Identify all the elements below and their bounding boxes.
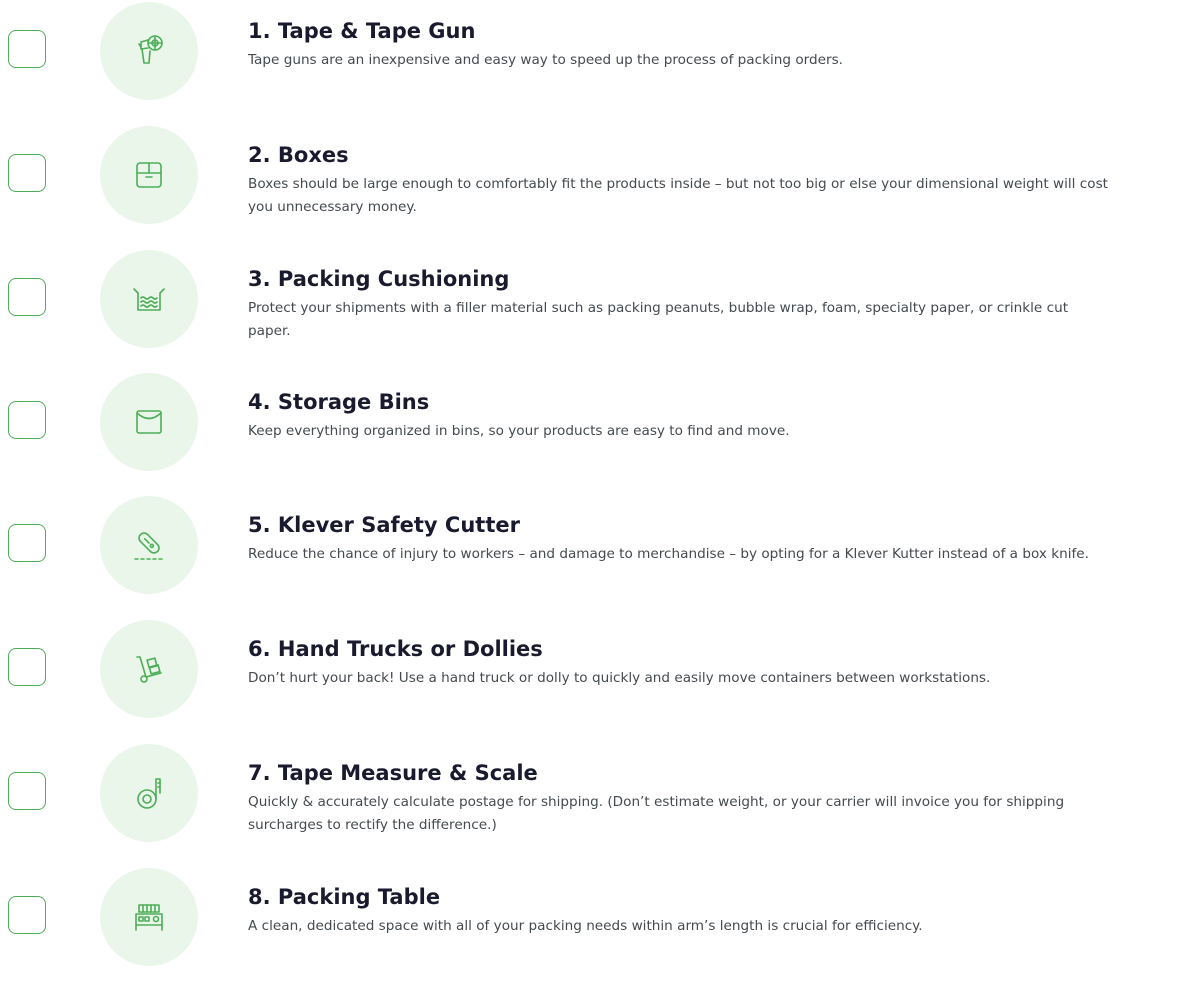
item-description: Protect your shipments with a filler mat… — [248, 300, 1069, 339]
item-description: Don’t hurt your back! Use a hand truck o… — [248, 670, 991, 686]
checklist-item-hand-truck: 6. Hand Trucks or Dollies Don’t hurt you… — [0, 620, 1194, 742]
item-description: Quickly & accurately calculate postage f… — [248, 794, 1065, 833]
storage-bin-icon-circle — [100, 373, 198, 471]
checkbox-packing-table[interactable] — [8, 896, 46, 934]
hand-truck-icon-circle — [100, 620, 198, 718]
checkbox-boxes[interactable] — [8, 154, 46, 192]
tape-measure-icon-circle — [100, 744, 198, 842]
safety-cutter-icon — [134, 532, 164, 560]
tape-gun-icon — [138, 35, 163, 64]
checkbox-cushioning[interactable] — [8, 278, 46, 316]
checklist-item-tape-measure: 7. Tape Measure & Scale Quickly & accura… — [0, 744, 1194, 866]
checkbox-hand-truck[interactable] — [8, 648, 46, 686]
item-description: Tape guns are an inexpensive and easy wa… — [248, 52, 843, 68]
item-title: 3. Packing Cushioning — [248, 267, 510, 291]
item-title: 2. Boxes — [248, 143, 349, 167]
item-description: A clean, dedicated space with all of you… — [248, 918, 923, 934]
tape-gun-icon-circle — [100, 2, 198, 100]
item-description: Boxes should be large enough to comforta… — [248, 176, 1108, 215]
item-description: Reduce the chance of injury to workers –… — [248, 546, 1089, 562]
packing-table-icon — [135, 904, 163, 931]
safety-cutter-icon-circle — [100, 496, 198, 594]
item-title: 5. Klever Safety Cutter — [248, 513, 520, 537]
checklist-item-cushioning: 3. Packing Cushioning Protect your shipm… — [0, 250, 1194, 372]
cushioning-icon-circle — [100, 250, 198, 348]
storage-bin-icon — [136, 410, 162, 434]
item-title: 4. Storage Bins — [248, 390, 430, 414]
packing-supplies-checklist: 1. Tape & Tape Gun Tape guns are an inex… — [0, 0, 1194, 966]
hand-truck-icon — [136, 656, 162, 683]
item-title: 6. Hand Trucks or Dollies — [248, 637, 543, 661]
item-title: 7. Tape Measure & Scale — [248, 761, 538, 785]
checkbox-safety-cutter[interactable] — [8, 524, 46, 562]
checklist-item-packing-table: 8. Packing Table A clean, dedicated spac… — [0, 868, 1194, 990]
item-title: 1. Tape & Tape Gun — [248, 19, 476, 43]
checkbox-storage-bins[interactable] — [8, 401, 46, 439]
item-title: 8. Packing Table — [248, 885, 441, 909]
checklist-item-boxes: 2. Boxes Boxes should be large enough to… — [0, 126, 1194, 248]
box-icon-circle — [100, 126, 198, 224]
item-description: Keep everything organized in bins, so yo… — [248, 423, 790, 439]
box-icon — [136, 162, 162, 188]
packing-table-icon-circle — [100, 868, 198, 966]
checklist-item-tape-gun: 1. Tape & Tape Gun Tape guns are an inex… — [0, 2, 1194, 124]
tape-measure-icon — [137, 778, 161, 809]
checkbox-tape-gun[interactable] — [8, 30, 46, 68]
checklist-item-safety-cutter: 5. Klever Safety Cutter Reduce the chanc… — [0, 496, 1194, 618]
cushioning-icon — [133, 288, 165, 311]
checklist-item-storage-bins: 4. Storage Bins Keep everything organize… — [0, 373, 1194, 495]
checkbox-tape-measure[interactable] — [8, 772, 46, 810]
